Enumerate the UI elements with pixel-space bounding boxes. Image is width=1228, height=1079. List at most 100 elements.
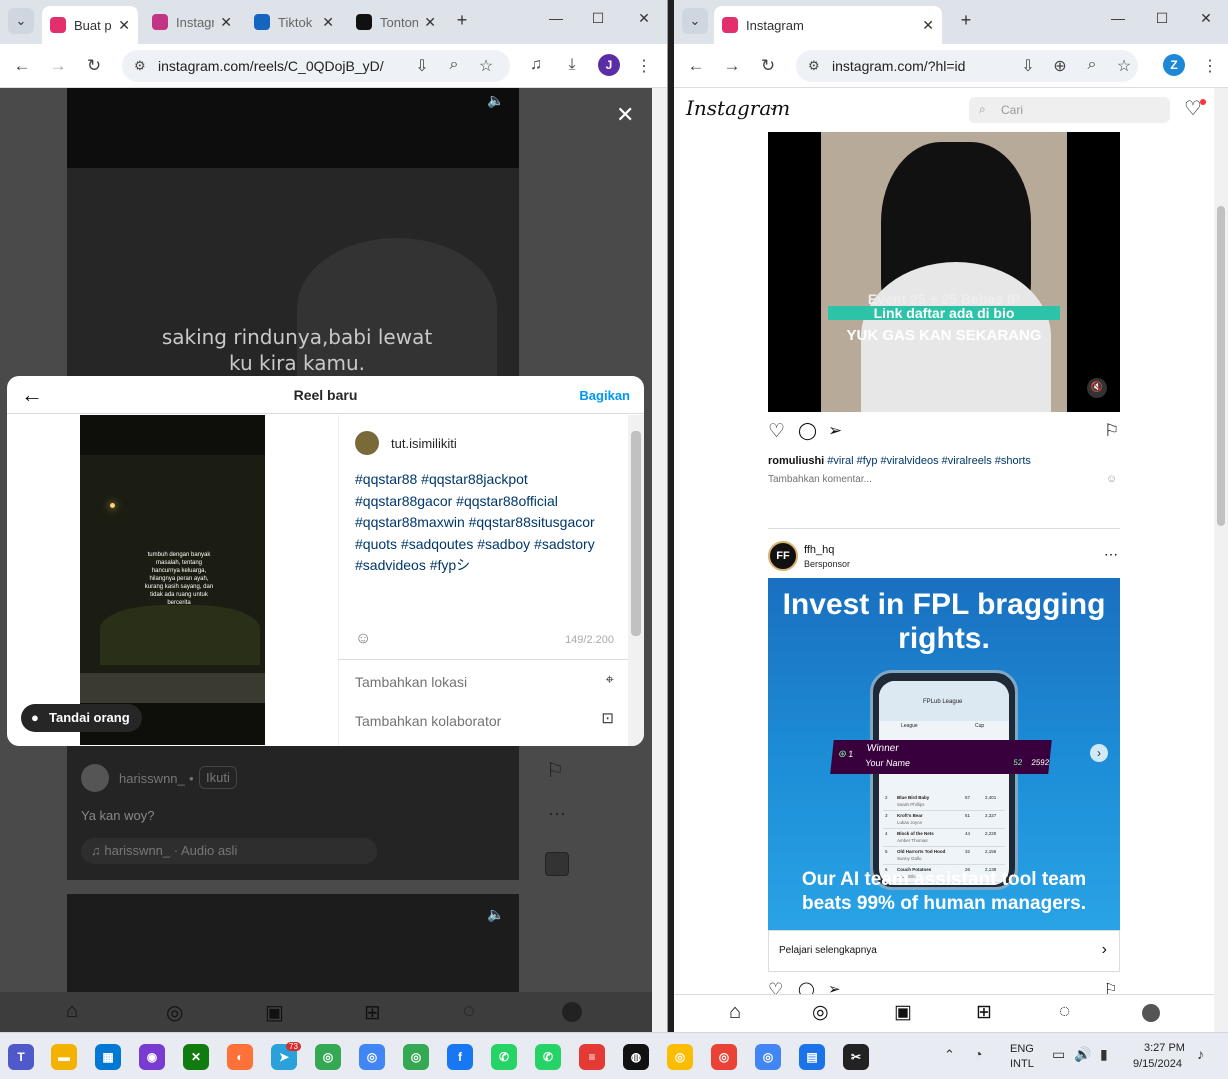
- forward-icon[interactable]: →: [48, 56, 68, 76]
- close-icon[interactable]: ✕: [220, 14, 232, 31]
- notifications-bell-icon[interactable]: ♪: [1197, 1046, 1204, 1062]
- firefox-icon[interactable]: ◐: [227, 1044, 253, 1070]
- reload-icon[interactable]: ↻: [84, 56, 104, 76]
- minimize-icon[interactable]: —: [1108, 10, 1128, 26]
- add-person-icon[interactable]: ⊡: [601, 709, 614, 727]
- menu-kebab-icon[interactable]: ⋮: [1200, 56, 1220, 76]
- app-icon[interactable]: ≡: [579, 1044, 605, 1070]
- clock-time[interactable]: 3:27 PM: [1144, 1042, 1185, 1054]
- audio-link[interactable]: ♫ harisswnn_ · Audio asli: [81, 838, 377, 864]
- tab-search-button[interactable]: ⌄: [8, 8, 34, 34]
- xbox-icon[interactable]: ✕: [183, 1044, 209, 1070]
- home-icon[interactable]: ⌂: [66, 1000, 78, 1023]
- back-arrow-icon[interactable]: ←: [21, 382, 43, 408]
- save-icon[interactable]: ⚐: [1104, 421, 1119, 441]
- learn-more-link[interactable]: Pelajari selengkapnya: [779, 945, 877, 956]
- add-collaborator-field[interactable]: Tambahkan kolaborator: [355, 713, 501, 729]
- search-input[interactable]: ⌕ Cari: [969, 97, 1170, 123]
- post-author[interactable]: romuliushi: [768, 455, 824, 467]
- comment-input[interactable]: Tambahkan komentar...: [768, 474, 872, 485]
- new-tab-icon[interactable]: +: [956, 10, 976, 31]
- save-icon[interactable]: ⚐: [546, 758, 564, 783]
- file-explorer-icon[interactable]: ▬: [51, 1044, 77, 1070]
- chrome-icon[interactable]: ◎: [711, 1044, 737, 1070]
- avatar[interactable]: [81, 764, 109, 792]
- comment-icon[interactable]: ◯: [798, 421, 817, 441]
- site-info-icon[interactable]: ⚙: [134, 50, 146, 82]
- post-hashtags[interactable]: #viral #fyp #viralvideos #viralreels #sh…: [827, 455, 1031, 467]
- tag-people-button[interactable]: ● Tandai orang: [21, 704, 142, 732]
- menu-kebab-icon[interactable]: ⋮: [634, 56, 654, 76]
- like-heart-icon[interactable]: ♡: [768, 420, 785, 443]
- reels-icon[interactable]: ▣: [894, 1001, 912, 1024]
- language-indicator[interactable]: ENG: [1010, 1043, 1034, 1055]
- tab-instagram[interactable]: Instagram ✕: [144, 6, 240, 38]
- store-icon[interactable]: ▦: [95, 1044, 121, 1070]
- battery-icon[interactable]: ▮: [1100, 1046, 1108, 1063]
- chevron-up-icon[interactable]: ⌃: [944, 1047, 955, 1063]
- audio-thumbnail[interactable]: [545, 852, 569, 876]
- reload-icon[interactable]: ↻: [758, 56, 778, 76]
- ad-image[interactable]: Invest in FPL bragging rights. FPLub Lea…: [768, 578, 1120, 930]
- emoji-icon[interactable]: ☺: [355, 630, 371, 648]
- explore-icon[interactable]: ◎: [812, 1001, 829, 1024]
- chrome-icon[interactable]: ◎: [315, 1044, 341, 1070]
- chrome-icon[interactable]: ◎: [755, 1044, 781, 1070]
- bookmark-star-icon[interactable]: ☆: [1114, 56, 1134, 76]
- tab-tonton[interactable]: Tonton ✕: [348, 6, 444, 38]
- scrollbar[interactable]: [1214, 88, 1228, 1032]
- tab-search-button[interactable]: ⌄: [682, 8, 708, 34]
- zoom-icon[interactable]: ⌕: [444, 56, 464, 74]
- home-icon[interactable]: ⌂: [729, 1001, 741, 1024]
- teams-icon[interactable]: T: [8, 1044, 34, 1070]
- maximize-icon[interactable]: ☐: [588, 10, 608, 27]
- more-options-icon[interactable]: ⋯: [1104, 546, 1118, 563]
- keyboard-layout[interactable]: INTL: [1010, 1058, 1034, 1070]
- clock-date[interactable]: 9/15/2024: [1133, 1058, 1182, 1070]
- capcut-icon[interactable]: ✂: [843, 1044, 869, 1070]
- emoji-icon[interactable]: ☺: [1106, 473, 1117, 485]
- zoom-icon[interactable]: ⌕: [1082, 56, 1102, 74]
- chevron-down-icon[interactable]: ⌄: [768, 100, 777, 113]
- post-video[interactable]: Event 25 + 25 Bebas IP Link daftar ada d…: [768, 132, 1120, 412]
- add-location-field[interactable]: Tambahkan lokasi: [355, 674, 467, 690]
- heart-icon[interactable]: ♡: [1184, 96, 1202, 121]
- caption-input[interactable]: #qqstar88 #qqstar88jackpot #qqstar88gaco…: [355, 469, 617, 577]
- follow-button[interactable]: Ikuti: [199, 766, 237, 789]
- mute-icon[interactable]: 🔈: [487, 906, 504, 923]
- media-control-icon[interactable]: ♫: [526, 56, 546, 74]
- facebook-icon[interactable]: f: [447, 1044, 473, 1070]
- close-modal-icon[interactable]: ✕: [616, 102, 634, 128]
- whatsapp-icon[interactable]: ✆: [491, 1044, 517, 1070]
- mute-icon[interactable]: 🔇: [1087, 378, 1107, 398]
- close-icon[interactable]: ✕: [424, 14, 436, 31]
- volume-icon[interactable]: 🔊: [1074, 1046, 1091, 1063]
- podcast-icon[interactable]: ◉: [139, 1044, 165, 1070]
- messenger-icon[interactable]: ◌: [1059, 1001, 1070, 1023]
- create-icon[interactable]: ⊞: [976, 1001, 992, 1024]
- display-icon[interactable]: ▭: [1052, 1046, 1065, 1063]
- close-icon[interactable]: ✕: [922, 17, 934, 34]
- reel-author[interactable]: harisswnn_: [119, 771, 185, 786]
- notepad-icon[interactable]: ▤: [799, 1044, 825, 1070]
- downloads-icon[interactable]: ⤓: [562, 56, 582, 74]
- install-app-icon[interactable]: ⇩: [412, 56, 432, 76]
- share-icon[interactable]: ➢: [828, 421, 842, 441]
- close-icon[interactable]: ✕: [322, 14, 334, 31]
- bookmark-star-icon[interactable]: ☆: [476, 56, 496, 76]
- profile-avatar[interactable]: [1142, 1004, 1160, 1022]
- profile-avatar[interactable]: [562, 1002, 582, 1022]
- chrome-icon[interactable]: ◎: [359, 1044, 385, 1070]
- mute-icon[interactable]: 🔈: [487, 92, 504, 109]
- reel-video[interactable]: saking rindunya,babi lewat ku kira kamu.…: [67, 88, 519, 378]
- profile-avatar[interactable]: J: [598, 54, 620, 76]
- modal-scrollbar[interactable]: [628, 415, 644, 746]
- reels-icon[interactable]: ▣: [265, 1000, 284, 1025]
- window-close-icon[interactable]: ✕: [1196, 10, 1216, 27]
- explore-icon[interactable]: ◎: [166, 1000, 183, 1025]
- tab-tiktok-downloader[interactable]: Tiktok Downloader ✕: [246, 6, 342, 38]
- cta-bar[interactable]: Pelajari selengkapnya ›: [768, 930, 1120, 972]
- whatsapp-business-icon[interactable]: ✆: [535, 1044, 561, 1070]
- profile-avatar[interactable]: Z: [1163, 54, 1185, 76]
- share-button[interactable]: Bagikan: [579, 388, 630, 403]
